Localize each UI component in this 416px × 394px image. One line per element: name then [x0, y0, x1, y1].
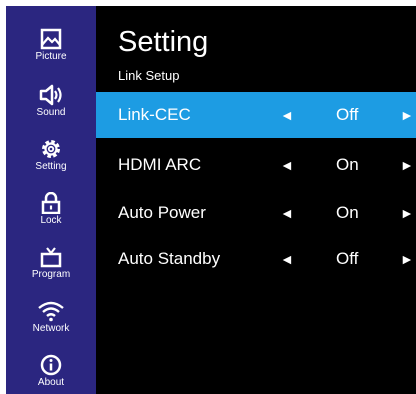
section-title: Link Setup	[118, 68, 180, 83]
left-arrow-icon[interactable]: ◄	[280, 107, 294, 123]
nav-label-picture: Picture	[35, 51, 67, 62]
lock-icon	[41, 192, 61, 214]
nav-item-setting[interactable]: Setting	[6, 138, 96, 188]
setting-value: Off	[336, 105, 359, 124]
nav-item-about[interactable]: About	[6, 354, 96, 394]
gear-icon	[42, 140, 60, 158]
setting-label: Link-CEC	[118, 105, 191, 124]
nav-item-lock[interactable]: Lock	[6, 192, 96, 242]
setting-value: On	[336, 203, 359, 222]
nav-item-picture[interactable]: Picture	[6, 28, 96, 78]
setting-label: Auto Power	[118, 203, 206, 222]
info-icon	[40, 354, 62, 376]
nav-item-program[interactable]: Program	[6, 246, 96, 296]
left-arrow-icon[interactable]: ◄	[280, 205, 294, 221]
setting-value: Off	[336, 249, 359, 268]
right-arrow-icon[interactable]: ►	[400, 205, 414, 221]
setting-label: Auto Standby	[118, 249, 221, 268]
setting-row-auto-standby[interactable]: Auto Standby ◄ Off ►	[96, 236, 416, 282]
nav-item-network[interactable]: Network	[6, 300, 96, 350]
tv-icon	[40, 247, 62, 268]
setting-row-auto-power[interactable]: Auto Power ◄ On ►	[96, 190, 416, 236]
setting-value: On	[336, 155, 359, 174]
setting-label: HDMI ARC	[118, 155, 202, 174]
sidebar-nav: Picture Sound Setting Lock Program Netwo…	[6, 6, 96, 394]
right-arrow-icon[interactable]: ►	[400, 157, 414, 173]
picture-icon	[40, 28, 62, 50]
right-arrow-icon[interactable]: ►	[400, 251, 414, 267]
page-title: Setting	[118, 26, 209, 58]
nav-label-sound: Sound	[36, 107, 66, 118]
nav-label-about: About	[37, 377, 65, 388]
nav-item-sound[interactable]: Sound	[6, 84, 96, 134]
tv-settings-screen: Picture Sound Setting Lock Program Netwo…	[6, 6, 416, 394]
left-arrow-icon[interactable]: ◄	[280, 251, 294, 267]
nav-label-lock: Lock	[40, 215, 62, 226]
wifi-icon	[38, 301, 64, 322]
nav-label-setting: Setting	[35, 161, 67, 172]
left-arrow-icon[interactable]: ◄	[280, 157, 294, 173]
nav-label-program: Program	[31, 269, 71, 280]
setting-row-hdmi-arc[interactable]: HDMI ARC ◄ On ►	[96, 142, 416, 188]
right-arrow-icon[interactable]: ►	[400, 107, 414, 123]
settings-panel: Setting Link Setup Link-CEC ◄ Off ► HDMI…	[96, 6, 416, 394]
setting-row-link-cec[interactable]: Link-CEC ◄ Off ►	[96, 92, 416, 138]
nav-label-network: Network	[32, 323, 70, 334]
speaker-icon	[39, 84, 62, 106]
